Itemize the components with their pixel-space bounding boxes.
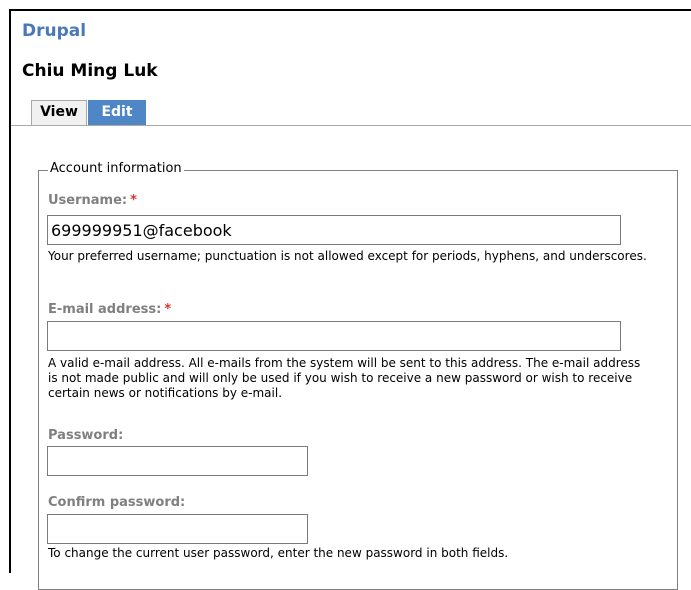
username-required-mark: * (130, 193, 137, 208)
confirm-password-description: To change the current user password, ent… (48, 546, 509, 560)
email-label-text: E-mail address: (48, 302, 162, 317)
confirm-password-input[interactable] (47, 514, 308, 544)
tab-divider (11, 125, 691, 126)
password-label: Password: (48, 428, 124, 443)
fieldset-legend: Account information (48, 161, 184, 176)
confirm-password-label: Confirm password: (48, 495, 186, 510)
email-description: A valid e-mail address. All e-mails from… (48, 356, 641, 400)
email-required-mark: * (164, 302, 172, 317)
page-title: Chiu Ming Luk (22, 61, 158, 81)
password-input[interactable] (47, 446, 308, 476)
username-label: Username: * (48, 193, 137, 208)
email-label: E-mail address: * (48, 302, 171, 317)
tab-view[interactable]: View (31, 100, 87, 125)
username-description: Your preferred username; punctuation is … (48, 249, 647, 263)
site-name-link[interactable]: Drupal (22, 21, 86, 41)
username-label-text: Username: (48, 193, 128, 208)
tab-edit[interactable]: Edit (88, 100, 146, 125)
username-input[interactable] (47, 215, 621, 245)
email-input[interactable] (47, 321, 621, 351)
